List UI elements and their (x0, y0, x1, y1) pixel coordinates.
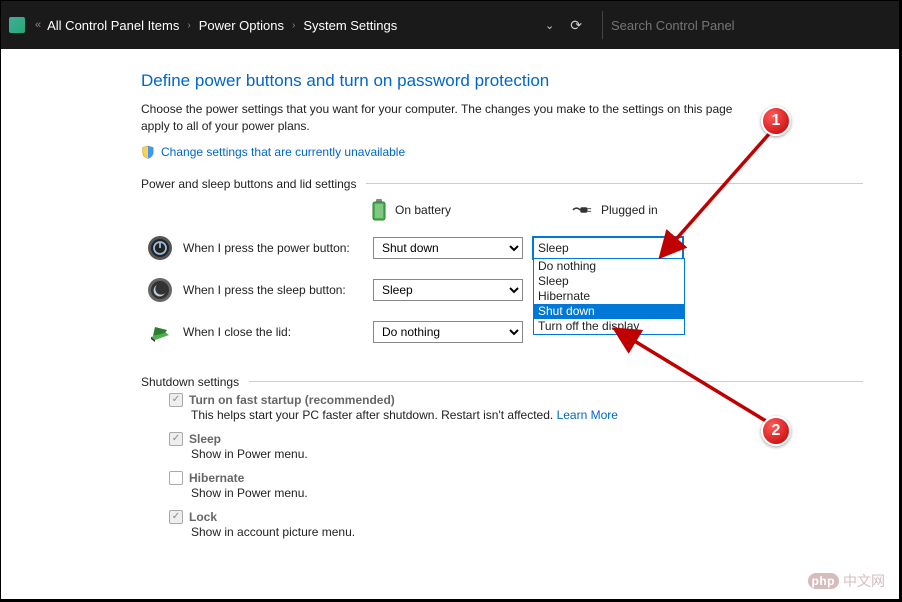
history-back-icon[interactable]: « (35, 19, 41, 31)
watermark-brand: php (808, 573, 840, 589)
page-description: Choose the power settings that you want … (141, 101, 741, 135)
power-buttons-fieldset: Power and sleep buttons and lid settings… (141, 177, 863, 361)
chevron-down-icon: ▾ (673, 242, 678, 253)
checkbox-lock[interactable]: ✓ (169, 510, 183, 524)
column-label: Plugged in (601, 203, 658, 217)
option-desc: This helps start your PC faster after sh… (191, 408, 557, 422)
row-label: When I press the sleep button: (183, 283, 373, 297)
plug-icon (571, 204, 593, 216)
divider (602, 11, 603, 39)
breadcrumb-power-options[interactable]: Power Options (199, 18, 284, 33)
power-button-battery-select[interactable]: Shut down (373, 237, 523, 259)
fieldset-legend: Power and sleep buttons and lid settings (141, 177, 366, 191)
column-on-battery: On battery (371, 199, 521, 221)
option-desc: Show in account picture menu. (169, 525, 863, 539)
checkbox-sleep[interactable]: ✓ (169, 432, 183, 446)
power-button-plugged-select[interactable]: Sleep ▾ Do nothing Sleep Hibernate Shut … (533, 237, 683, 259)
column-plugged-in: Plugged in (571, 203, 721, 217)
fieldset-legend: Shutdown settings (141, 375, 249, 389)
watermark-text: 中文网 (843, 571, 885, 591)
column-label: On battery (395, 203, 451, 217)
control-panel-icon (9, 17, 25, 33)
select-value: Sleep (538, 241, 569, 255)
option-lock: ✓ Lock Show in account picture menu. (169, 510, 863, 539)
shield-icon (141, 145, 155, 159)
refresh-icon[interactable]: ⟳ (570, 17, 582, 34)
chevron-down-icon[interactable]: ⌄ (545, 19, 554, 32)
dropdown-option-do-nothing[interactable]: Do nothing (534, 259, 684, 274)
shutdown-settings-fieldset: Shutdown settings ✓ Turn on fast startup … (141, 375, 863, 549)
lid-battery-select[interactable]: Do nothing (373, 321, 523, 343)
dropdown-option-shut-down[interactable]: Shut down (534, 304, 684, 319)
row-label: When I press the power button: (183, 241, 373, 255)
dropdown-option-hibernate[interactable]: Hibernate (534, 289, 684, 304)
option-label: Sleep (189, 432, 221, 446)
option-hibernate: ✓ Hibernate Show in Power menu. (169, 471, 863, 500)
page-title: Define power buttons and turn on passwor… (141, 71, 863, 91)
laptop-lid-icon (147, 319, 173, 345)
annotation-marker-2: 2 (761, 416, 791, 446)
sleep-button-icon (147, 277, 173, 303)
annotation-marker-1: 1 (761, 106, 791, 136)
power-button-icon (147, 235, 173, 261)
checkbox-hibernate[interactable]: ✓ (169, 471, 183, 485)
option-label: Turn on fast startup (recommended) (189, 393, 395, 407)
change-settings-link[interactable]: Change settings that are currently unava… (161, 145, 405, 159)
dropdown-option-sleep[interactable]: Sleep (534, 274, 684, 289)
dropdown-option-turn-off-display[interactable]: Turn off the display (534, 319, 684, 334)
option-desc: Show in Power menu. (169, 447, 863, 461)
dropdown-list: Do nothing Sleep Hibernate Shut down Tur… (533, 258, 685, 335)
search-input[interactable] (611, 18, 891, 33)
option-label: Lock (189, 510, 217, 524)
content-pane: Define power buttons and turn on passwor… (1, 49, 899, 601)
row-label: When I close the lid: (183, 325, 373, 339)
breadcrumb-all-items[interactable]: All Control Panel Items (47, 18, 179, 33)
watermark: php 中文网 (808, 571, 886, 591)
row-close-lid: When I close the lid: Do nothing (141, 319, 863, 345)
battery-icon (371, 199, 387, 221)
option-label: Hibernate (189, 471, 244, 485)
chevron-right-icon: › (187, 20, 190, 31)
row-sleep-button: When I press the sleep button: Sleep (141, 277, 863, 303)
chevron-right-icon: › (292, 20, 295, 31)
window: « All Control Panel Items › Power Option… (0, 0, 900, 600)
breadcrumb-system-settings[interactable]: System Settings (303, 18, 397, 33)
option-sleep: ✓ Sleep Show in Power menu. (169, 432, 863, 461)
option-fast-startup: ✓ Turn on fast startup (recommended) This… (169, 393, 863, 422)
sleep-button-battery-select[interactable]: Sleep (373, 279, 523, 301)
row-power-button: When I press the power button: Shut down… (141, 235, 863, 261)
learn-more-link[interactable]: Learn More (557, 408, 618, 422)
option-desc: Show in Power menu. (169, 486, 863, 500)
titlebar: « All Control Panel Items › Power Option… (1, 1, 899, 49)
checkbox-fast-startup[interactable]: ✓ (169, 393, 183, 407)
